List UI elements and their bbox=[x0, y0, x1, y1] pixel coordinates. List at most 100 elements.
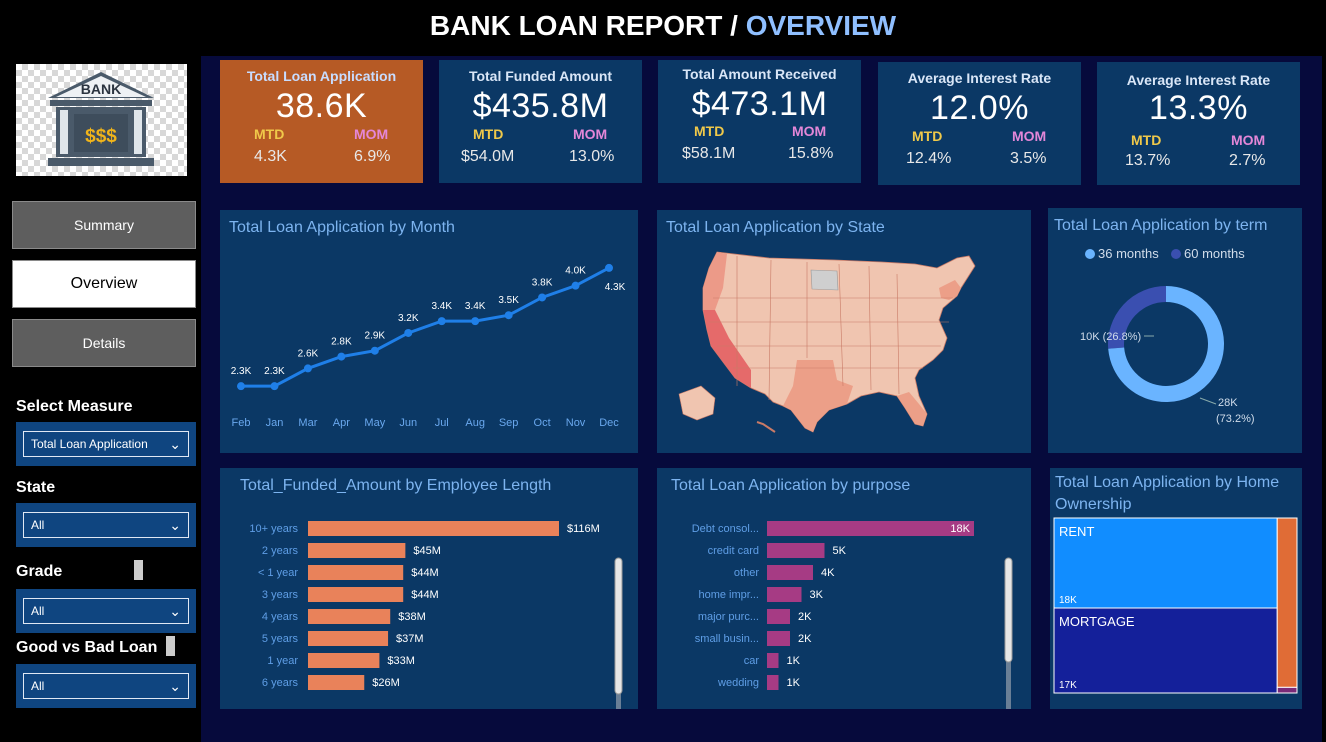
kpi-value: $473.1M bbox=[691, 85, 828, 123]
kpi-mtd-label: MTD bbox=[694, 123, 725, 139]
measure-dropdown[interactable]: Total Loan Application ⌄ bbox=[16, 422, 196, 466]
x-tick-label: Mar bbox=[298, 417, 317, 429]
kpi-mom-label: MOM bbox=[354, 126, 389, 142]
term-chart-panel[interactable]: Total Loan Application by term 36 months… bbox=[1048, 208, 1302, 453]
kpi-mom-value: 6.9% bbox=[354, 148, 391, 165]
grade-dropdown[interactable]: All ⌄ bbox=[16, 589, 196, 633]
y-tick-label: 5 years bbox=[262, 633, 299, 645]
y-tick-label: 10+ years bbox=[249, 523, 298, 535]
kpi-mom-label: MOM bbox=[1231, 132, 1266, 148]
legend-label-36: 36 months bbox=[1098, 246, 1159, 261]
data-point bbox=[538, 293, 547, 302]
nav-details-button[interactable]: Details bbox=[12, 319, 196, 367]
data-label: 2K bbox=[798, 611, 812, 623]
nav-summary-button[interactable]: Summary bbox=[12, 201, 196, 249]
data-point bbox=[303, 364, 312, 373]
data-label: 3.8K bbox=[532, 277, 553, 288]
kpi-mom-label: MOM bbox=[1012, 128, 1047, 144]
term-donut-chart: 36 months 60 months 10K (26.8%) 28K (73.2%) bbox=[1080, 246, 1255, 425]
chevron-down-icon: ⌄ bbox=[169, 436, 181, 452]
data-label: $33M bbox=[387, 655, 415, 667]
x-tick-label: Dec bbox=[599, 417, 619, 429]
kpi-mom-label: MOM bbox=[792, 123, 827, 139]
x-tick-label: Aug bbox=[465, 417, 485, 429]
bar bbox=[308, 587, 404, 602]
employee-chart-panel[interactable]: Total_Funded_Amount by Employee Length 1… bbox=[220, 468, 638, 709]
data-label: 4K bbox=[821, 567, 835, 579]
series-line bbox=[241, 266, 610, 388]
mortgage-value: 17K bbox=[1059, 680, 1077, 691]
sidebar: BANK $$$ Summary Overview Details Select… bbox=[4, 52, 201, 742]
grade-value: All bbox=[31, 604, 45, 618]
bar bbox=[308, 565, 404, 580]
data-point bbox=[471, 317, 480, 326]
grade-label: Grade bbox=[16, 563, 63, 580]
bar bbox=[308, 631, 389, 646]
y-tick-label: 4 years bbox=[262, 611, 299, 623]
kpi-mtd-value: 4.3K bbox=[254, 148, 287, 165]
data-label: 3.2K bbox=[398, 313, 419, 324]
data-label: 3.5K bbox=[498, 295, 519, 306]
kpi-value: 13.3% bbox=[1149, 89, 1248, 127]
leader-line-36 bbox=[1199, 397, 1217, 405]
kpi-card-applications[interactable]: Total Loan Application 38.6K MTD MOM 4.3… bbox=[220, 60, 423, 183]
kpi-mom-value: 2.7% bbox=[1229, 152, 1266, 169]
employee-bar-chart: 10+ years $116M 2 years $45M < 1 year $44M 3 y… bbox=[249, 521, 623, 709]
data-point bbox=[337, 352, 346, 361]
kpi-mom-value: 15.8% bbox=[788, 145, 834, 162]
kpi-card-interest-mtd[interactable]: Average Interest Rate 13.3% MTD MOM 13.7… bbox=[1097, 62, 1300, 185]
state-value: All bbox=[31, 518, 45, 532]
x-tick-label: Nov bbox=[566, 417, 586, 429]
select-measure-label: Select Measure bbox=[16, 398, 133, 415]
state-label: State bbox=[16, 479, 56, 496]
title-main: BANK LOAN REPORT / bbox=[429, 10, 746, 41]
home-ownership-panel[interactable]: Total Loan Application by Home Ownership… bbox=[1050, 468, 1302, 709]
kpi-card-received[interactable]: Total Amount Received $473.1M MTD MOM $5… bbox=[658, 60, 861, 183]
purpose-chart-panel[interactable]: Total Loan Application by purpose Debt c… bbox=[657, 468, 1031, 709]
y-tick-label: small busin... bbox=[695, 633, 759, 645]
grade-slider-handle[interactable] bbox=[134, 560, 143, 580]
bar bbox=[767, 609, 790, 624]
us-map bbox=[678, 251, 976, 433]
y-tick-label: credit card bbox=[708, 545, 759, 557]
data-label: 3.4K bbox=[465, 301, 486, 312]
y-tick-label: 1 year bbox=[267, 655, 298, 667]
good-bad-loan-label: Good vs Bad Loan bbox=[16, 639, 158, 656]
data-label: 2K bbox=[798, 633, 812, 645]
scrollbar-thumb bbox=[1004, 557, 1013, 663]
bar bbox=[767, 565, 813, 580]
good-bad-slider-handle[interactable] bbox=[166, 636, 175, 656]
state-dropdown[interactable]: All ⌄ bbox=[16, 503, 196, 547]
legend-label-60: 60 months bbox=[1184, 246, 1245, 261]
good-bad-dropdown[interactable]: All ⌄ bbox=[16, 664, 196, 708]
page-title: BANK LOAN REPORT / OVERVIEW bbox=[0, 0, 1326, 52]
good-bad-value: All bbox=[31, 679, 45, 693]
x-tick-label: Apr bbox=[333, 417, 350, 429]
data-label: 2.3K bbox=[264, 366, 285, 377]
scrollbar-thumb bbox=[614, 557, 623, 695]
kpi-mtd-value: $54.0M bbox=[461, 148, 515, 165]
chevron-down-icon: ⌄ bbox=[169, 603, 181, 619]
data-label: 1K bbox=[787, 677, 801, 689]
state-map-panel[interactable]: Total Loan Application by State bbox=[657, 210, 1031, 453]
mortgage-label: MORTGAGE bbox=[1059, 614, 1135, 629]
slice-label-36: 28K bbox=[1218, 397, 1238, 409]
data-label: $26M bbox=[372, 677, 400, 689]
bar bbox=[308, 675, 365, 690]
data-label: 4.0K bbox=[565, 266, 586, 277]
x-tick-label: Feb bbox=[232, 417, 251, 429]
data-point bbox=[237, 382, 245, 391]
kpi-mtd-value: 12.4% bbox=[906, 150, 952, 167]
data-label: 3.4K bbox=[431, 301, 452, 312]
kpi-card-interest-avg[interactable]: Average Interest Rate 12.0% MTD MOM 12.4… bbox=[878, 62, 1081, 185]
rent-value: 18K bbox=[1059, 595, 1077, 606]
data-label: $116M bbox=[567, 523, 600, 535]
kpi-value: 12.0% bbox=[930, 89, 1029, 127]
kpi-mtd-label: MTD bbox=[254, 126, 285, 142]
kpi-card-funded[interactable]: Total Funded Amount $435.8M MTD MOM $54.… bbox=[439, 60, 642, 183]
month-chart-panel[interactable]: Total Loan Application by Month 2.3K Feb 2… bbox=[220, 210, 638, 453]
bar bbox=[767, 543, 825, 558]
bar bbox=[308, 609, 391, 624]
nav-overview-button[interactable]: Overview bbox=[12, 260, 196, 308]
data-label: 18K bbox=[950, 523, 970, 535]
